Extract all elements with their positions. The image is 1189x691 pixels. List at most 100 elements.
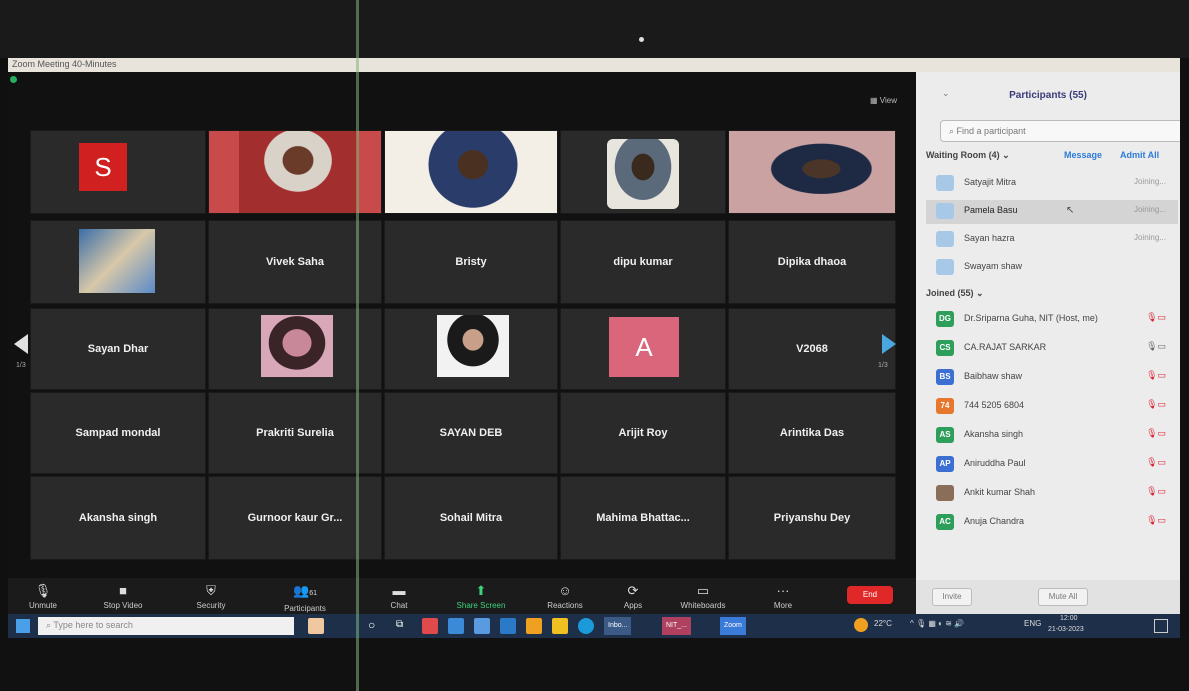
windows-taskbar: ⌕ Type here to search ○ ⧉ Inbo... NIT_..… <box>8 614 1180 638</box>
video-tile[interactable] <box>560 130 726 214</box>
participant-name: V2068 <box>796 343 828 355</box>
video-tile[interactable]: V2068 <box>728 308 896 390</box>
waiting-participant[interactable]: Pamela Basu ↖ Joining... <box>926 200 1178 224</box>
waiting-participant[interactable]: Sayan hazra Joining... <box>926 228 1178 252</box>
participant-name: SAYAN DEB <box>439 427 503 439</box>
waiting-participant[interactable]: Swayam shaw <box>926 256 1178 280</box>
system-tray-icons[interactable]: ^ 🎙 ▦ ◐ ≋ 🔊 <box>910 619 964 628</box>
avatar: BS <box>936 369 954 385</box>
joined-participant[interactable]: AC Anuja Chandra 🎙▭ <box>926 511 1178 535</box>
video-tile[interactable]: Arijit Roy <box>560 392 726 474</box>
mic-video-status-icon[interactable]: 🎙▭ <box>1146 341 1166 352</box>
video-tile[interactable]: Mahima Bhattac... <box>560 476 726 560</box>
joined-participant[interactable]: CS CA.RAJAT SARKAR 🎙▭ <box>926 337 1178 361</box>
joined-participant[interactable]: BS Baibhaw shaw 🎙▭ <box>926 366 1178 390</box>
folder-icon[interactable] <box>552 618 568 634</box>
profile-picture <box>261 315 333 377</box>
windows-start-icon[interactable] <box>16 619 30 633</box>
more-button[interactable]: ··· More <box>748 580 818 610</box>
taskbar-app-nit[interactable]: NIT_... <box>662 617 692 635</box>
mic-video-status-icon[interactable]: 🎙▭ <box>1146 399 1166 410</box>
mic-video-status-icon[interactable]: 🎙▭ <box>1146 428 1166 439</box>
waiting-room-header[interactable]: Waiting Room (4) ⌄ <box>926 150 1010 161</box>
participant-status: Joining... <box>1133 205 1166 214</box>
video-tile[interactable]: S <box>30 130 206 214</box>
taskbar-app-inbox[interactable]: Inbo... <box>604 617 632 635</box>
mail-icon[interactable] <box>500 618 516 634</box>
previous-page-icon[interactable] <box>14 334 28 354</box>
unmute-button[interactable]: 🎙 Unmute <box>8 580 78 610</box>
avatar: AS <box>936 427 954 443</box>
video-tile[interactable]: Arintika Das <box>728 392 896 474</box>
view-button[interactable]: ▦ View <box>870 96 897 105</box>
video-tile[interactable]: Sohail Mitra <box>384 476 558 560</box>
mic-video-status-icon[interactable]: 🎙▭ <box>1146 515 1166 526</box>
video-tile[interactable]: Akansha singh <box>30 476 206 560</box>
next-page-icon[interactable] <box>882 334 896 354</box>
share-screen-button[interactable]: ⬆ Share Screen <box>446 580 516 610</box>
avatar-letter: S <box>94 151 112 182</box>
encryption-icon[interactable] <box>10 76 17 83</box>
participant-name: Akansha singh <box>78 512 158 524</box>
taskbar-app-zoom[interactable]: Zoom <box>720 617 746 635</box>
whiteboards-button[interactable]: ▭ Whiteboards <box>668 580 738 610</box>
video-tile[interactable]: SAYAN DEB <box>384 392 558 474</box>
video-tile[interactable]: Dipika dhaoa <box>728 220 896 304</box>
app-icon[interactable] <box>474 618 490 634</box>
clock-date[interactable]: 21-03-2023 <box>1048 626 1084 633</box>
clock-time[interactable]: 12:00 <box>1060 615 1078 622</box>
video-tile[interactable] <box>728 130 896 214</box>
weather-icon[interactable] <box>854 618 868 632</box>
file-explorer-icon[interactable] <box>526 618 542 634</box>
screen-artifact-line <box>356 0 359 691</box>
video-tile[interactable]: Sayan Dhar <box>30 308 206 390</box>
app-icon[interactable] <box>448 618 464 634</box>
video-tile[interactable] <box>30 220 206 304</box>
window-titlebar: Zoom Meeting 40-Minutes <box>8 58 1180 72</box>
joined-participant[interactable]: Ankit kumar Shah 🎙▭ <box>926 482 1178 506</box>
mic-video-status-icon[interactable]: 🎙▭ <box>1146 370 1166 381</box>
message-button[interactable]: Message <box>1064 150 1102 160</box>
video-tile[interactable]: dipu kumar <box>560 220 726 304</box>
reactions-button[interactable]: ☺ Reactions <box>530 580 600 610</box>
video-tile[interactable] <box>384 130 558 214</box>
waiting-participant[interactable]: Satyajit Mitra Joining... <box>926 172 1178 196</box>
avatar <box>936 259 954 275</box>
chat-button[interactable]: ▬ Chat <box>364 580 434 610</box>
avatar: 74 <box>936 398 954 414</box>
video-tile[interactable]: Priyanshu Dey <box>728 476 896 560</box>
whiteboard-icon: ▭ <box>696 583 710 598</box>
security-button[interactable]: ⛨ Security <box>176 580 246 610</box>
video-tile[interactable]: Sampad mondal <box>30 392 206 474</box>
participants-button[interactable]: 👥61 Participants <box>270 580 340 613</box>
mic-video-status-icon[interactable]: 🎙▭ <box>1146 486 1166 497</box>
avatar: A <box>609 317 679 377</box>
avatar: AP <box>936 456 954 472</box>
mic-video-status-icon[interactable]: 🎙▭ <box>1146 457 1166 468</box>
cortana-icon[interactable]: ○ <box>368 618 375 632</box>
apps-button[interactable]: ⟳ Apps <box>598 580 668 610</box>
end-meeting-button[interactable]: End <box>847 586 893 604</box>
task-view-icon[interactable]: ⧉ <box>396 619 403 630</box>
mic-video-status-icon[interactable]: 🎙▭ <box>1146 312 1166 323</box>
taskbar-widget-icon[interactable] <box>308 618 324 634</box>
admit-all-button[interactable]: Admit All <box>1120 150 1159 160</box>
edge-browser-icon[interactable] <box>578 618 594 634</box>
participants-panel: ⌄ Participants (55) ⌕ Find a participant… <box>916 72 1180 614</box>
invite-button[interactable]: Invite <box>932 588 972 606</box>
notification-icon[interactable] <box>1154 619 1168 633</box>
joined-participant[interactable]: DG Dr.Sriparna Guha, NIT (Host, me) 🎙▭ <box>926 308 1178 332</box>
mute-all-button[interactable]: Mute All <box>1038 588 1088 606</box>
video-tile[interactable]: A <box>560 308 726 390</box>
app-icon[interactable] <box>422 618 438 634</box>
video-tile[interactable] <box>384 308 558 390</box>
joined-participant[interactable]: AP Aniruddha Paul 🎙▭ <box>926 453 1178 477</box>
find-participant-input[interactable]: ⌕ Find a participant <box>940 120 1180 142</box>
language-indicator[interactable]: ENG <box>1024 619 1041 628</box>
joined-header[interactable]: Joined (55) ⌄ <box>926 288 984 299</box>
video-tile[interactable]: Bristy <box>384 220 558 304</box>
taskbar-search-input[interactable]: ⌕ Type here to search <box>38 617 294 635</box>
joined-participant[interactable]: AS Akansha singh 🎙▭ <box>926 424 1178 448</box>
joined-participant[interactable]: 74 744 5205 6804 🎙▭ <box>926 395 1178 419</box>
stop-video-button[interactable]: ■ Stop Video <box>88 580 158 610</box>
